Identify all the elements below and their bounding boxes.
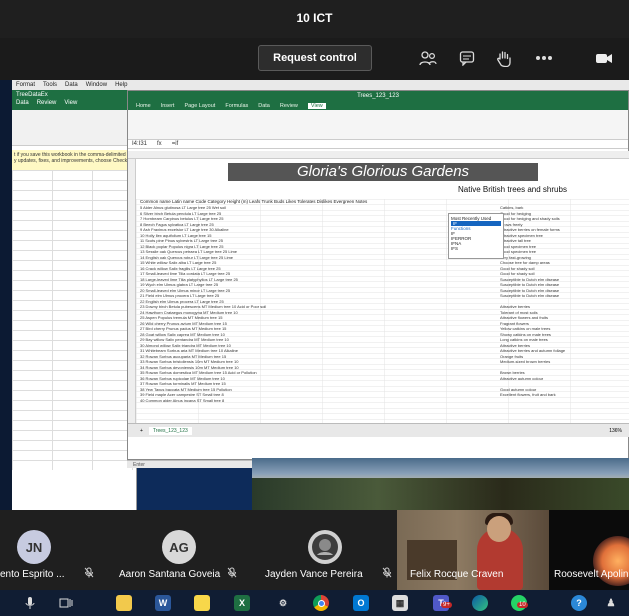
word-icon[interactable]: W	[155, 595, 171, 611]
row-headers	[128, 159, 136, 437]
menu-window: Window	[85, 82, 108, 88]
help-icon[interactable]: ?	[571, 595, 587, 611]
mic-off-icon	[382, 567, 392, 581]
people-icon[interactable]	[418, 49, 438, 67]
tab-insert[interactable]: Insert	[161, 103, 175, 109]
menu-data: Data	[65, 82, 78, 88]
column-headers	[128, 151, 629, 159]
table-row[interactable]: 40 Common alder Alnus incana ST Small tr…	[140, 398, 620, 404]
bg-excel-ribbon	[12, 110, 136, 146]
teams-notification-badge: 9+	[441, 602, 452, 608]
tab-home[interactable]: Home	[136, 103, 151, 109]
bg-excel-grid	[12, 170, 137, 470]
sticky-notes-icon[interactable]	[194, 595, 210, 611]
participant-name: Roosevelt Apolina	[554, 569, 629, 580]
tab-review[interactable]: Review	[280, 103, 298, 109]
participant-name: ento Esprito ...	[0, 569, 65, 580]
mic-off-icon	[227, 567, 237, 581]
chat-icon[interactable]	[457, 49, 477, 67]
mac-menu-bar: Format Tools Data Window Help	[12, 80, 629, 90]
menu-help: Help	[115, 82, 128, 88]
dropdown-item[interactable]: IFS	[451, 246, 501, 251]
add-sheet-icon[interactable]: +	[140, 428, 143, 434]
participant-name: Jayden Vance Pereira	[265, 569, 363, 580]
formula-input[interactable]: =if	[172, 141, 179, 147]
menu-tools: Tools	[43, 82, 58, 88]
file-explorer-icon[interactable]	[116, 595, 132, 611]
note-cell[interactable]: Excellent flowers, fruit and bark	[500, 392, 620, 398]
fx-icon: fx	[157, 141, 162, 147]
tab-view[interactable]: View	[307, 102, 326, 109]
camera-icon[interactable]	[594, 49, 614, 67]
bg-tab-view: View	[64, 100, 78, 106]
sheet-subtitle: Native British trees and shrubs	[458, 185, 567, 194]
worksheet[interactable]: Gloria's Glorious Gardens Native British…	[128, 151, 629, 437]
banner-title: Gloria's Glorious Gardens	[228, 163, 538, 181]
outlook-icon[interactable]: O	[353, 595, 369, 611]
avatar: AG	[162, 530, 196, 564]
avatar	[308, 530, 342, 564]
notes-column: Catkins, bark Good for hedging Good for he…	[500, 205, 620, 398]
excel-title-bar: Trees_123_123	[128, 91, 628, 101]
calculator-icon[interactable]: ▦	[392, 595, 408, 611]
compatibility-notice: t if you save this workbook in the comma…	[12, 150, 137, 170]
table-header-row: Common name Latin name Code Category Hei…	[140, 199, 368, 204]
desktop-wallpaper	[252, 458, 629, 510]
tab-page-layout[interactable]: Page Layout	[184, 103, 215, 109]
participant-name: Felix Rocque Craven	[410, 569, 504, 580]
whatsapp-notification-badge: 10	[517, 602, 528, 608]
bg-tab-review: Review	[36, 100, 57, 106]
avatar: JN	[17, 530, 51, 564]
function-autocomplete-dropdown[interactable]: Most Recently Used IF Functions IF IFERR…	[448, 213, 504, 259]
mic-off-icon	[84, 567, 94, 581]
tab-formulas[interactable]: Formulas	[225, 103, 248, 109]
task-view-icon[interactable]	[58, 595, 74, 611]
tab-data[interactable]: Data	[258, 103, 270, 109]
formula-bar: I4:I31 fx =if	[128, 140, 628, 149]
excel-ribbon	[128, 110, 628, 140]
settings-icon[interactable]: ⚙	[275, 595, 291, 611]
chrome-icon[interactable]	[313, 595, 329, 611]
request-control-button[interactable]: Request control	[258, 45, 372, 71]
excel-ribbon-tabs: Home Insert Page Layout Formulas Data Re…	[128, 101, 628, 110]
edge-icon[interactable]	[472, 595, 488, 611]
bg-tab-data: Data	[16, 100, 29, 106]
name-box[interactable]: I4:I31	[132, 141, 147, 147]
excel-window: Trees_123_123 Home Insert Page Layout Fo…	[127, 90, 629, 460]
excel-icon[interactable]: X	[234, 595, 250, 611]
more-icon[interactable]	[534, 49, 554, 67]
background-excel-window: TreeDataEx Data Review View t if you sav…	[12, 90, 137, 510]
meeting-title: 10 ICT	[296, 11, 333, 25]
zoom-level[interactable]: 136%	[609, 428, 622, 434]
menu-format: Format	[16, 82, 36, 88]
participant-name: Aaron Santana Goveia	[119, 569, 221, 580]
user-icon[interactable]: ♟	[603, 595, 619, 611]
shared-screen: Format Tools Data Window Help TreeDataEx…	[12, 80, 629, 510]
bg-excel-title: TreeDataEx Data Review View	[12, 90, 136, 110]
meeting-title-bar: 10 ICT	[0, 0, 629, 38]
raise-hand-icon[interactable]	[494, 49, 514, 67]
sheet-tabs-bar: + Trees_123_123 136%	[128, 423, 629, 437]
sheet-tab[interactable]: Trees_123_123	[148, 426, 192, 435]
mic-icon[interactable]	[22, 595, 38, 611]
